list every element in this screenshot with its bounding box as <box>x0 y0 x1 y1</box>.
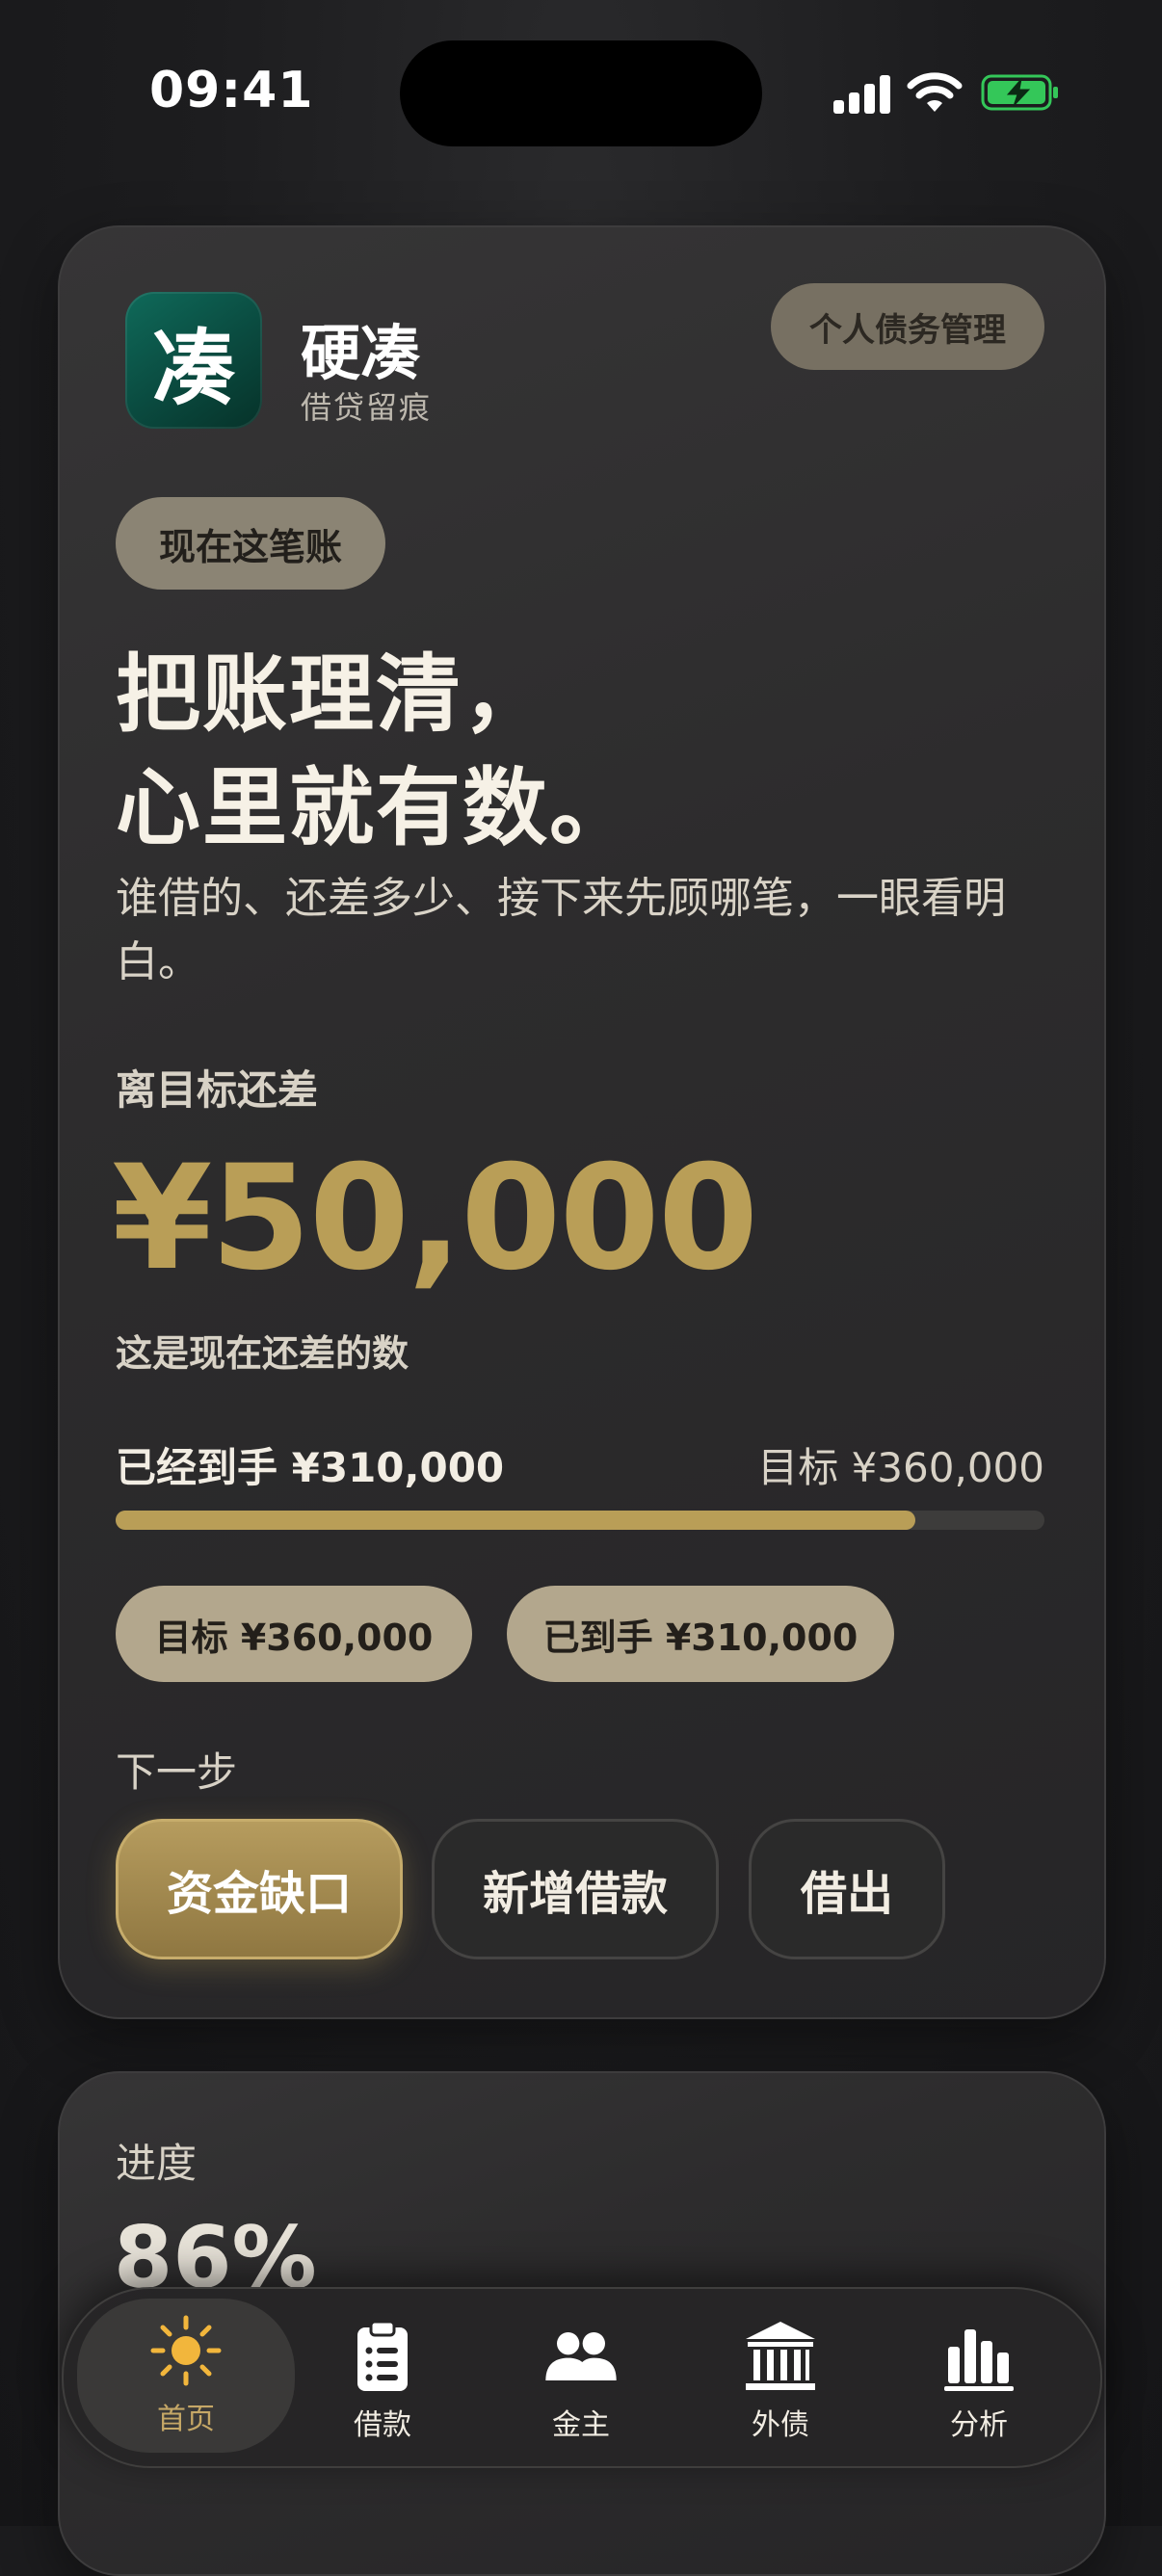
tab-analysis-label: 分析 <box>950 2408 1008 2442</box>
received-text: 已经到手 ¥310,000 <box>116 1444 505 1491</box>
gap-label: 离目标还差 <box>116 1066 319 1114</box>
hero-description: 谁借的、还差多少、接下来先顾哪笔，一眼看明白。 <box>116 874 1006 986</box>
status-time: 09:41 <box>149 62 314 119</box>
tab-home[interactable]: 首页 <box>77 2299 295 2453</box>
headline-line-2: 心里就有数。 <box>116 758 637 857</box>
tab-analysis[interactable]: 分析 <box>883 2304 1075 2449</box>
wifi-icon <box>907 72 963 112</box>
gap-amount: ¥50,000 <box>112 1135 758 1302</box>
battery-charging-icon <box>981 74 1058 111</box>
tab-loans[interactable]: 借款 <box>286 2304 479 2449</box>
people-icon <box>542 2318 620 2395</box>
headline-line-1: 把账理清， <box>116 644 550 744</box>
app-name: 硬凑 <box>301 318 421 388</box>
progress-label: 进度 <box>116 2140 198 2187</box>
lend-out-button[interactable]: 借出 <box>749 1819 945 1959</box>
clipboard-list-icon <box>344 2318 421 2395</box>
next-step-label: 下一步 <box>116 1748 238 1796</box>
target-text: 目标 ¥360,000 <box>757 1444 1044 1491</box>
tab-loans-label: 借款 <box>354 2408 411 2442</box>
tab-external-debt[interactable]: 外债 <box>684 2304 877 2449</box>
bar-chart-icon <box>940 2318 1017 2395</box>
dynamic-island <box>400 40 762 146</box>
progress-bar <box>116 1511 1044 1530</box>
tab-lenders-label: 金主 <box>552 2408 610 2442</box>
sun-icon <box>147 2312 224 2389</box>
tab-lenders[interactable]: 金主 <box>485 2304 677 2449</box>
app-logo: 凑 <box>125 292 262 429</box>
category-chip: 个人债务管理 <box>771 283 1044 370</box>
section-pill: 现在这笔账 <box>116 497 385 590</box>
add-loan-button[interactable]: 新增借款 <box>432 1819 719 1959</box>
funding-gap-button[interactable]: 资金缺口 <box>116 1819 403 1959</box>
app-subtitle: 借贷留痕 <box>301 389 433 426</box>
progress-bar-fill <box>116 1511 915 1530</box>
cellular-signal-icon <box>833 75 891 114</box>
received-pill: 已到手 ¥310,000 <box>507 1586 894 1682</box>
tab-external-debt-label: 外债 <box>752 2408 809 2442</box>
gap-note: 这是现在还差的数 <box>116 1332 409 1375</box>
target-pill: 目标 ¥360,000 <box>116 1586 472 1682</box>
bank-icon <box>742 2318 819 2395</box>
tab-home-label: 首页 <box>157 2403 215 2436</box>
app-logo-char: 凑 <box>152 320 235 417</box>
